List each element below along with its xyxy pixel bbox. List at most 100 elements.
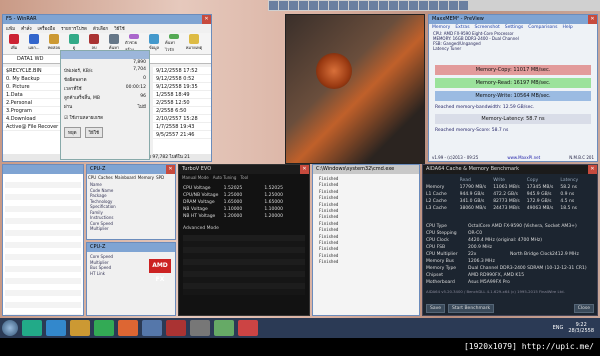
cpuz-memory-window[interactable]: CPU-Z AMD FX Core Speed Multiplier Bus S… xyxy=(86,242,176,316)
voltage-table[interactable]: CPU Voltage 1.52025 1.52025 CPU/NB Voltage… xyxy=(179,181,309,224)
turbov-titlebar[interactable]: TurboV EVO ✕ xyxy=(179,165,309,174)
turbov-window[interactable]: TurboV EVO ✕ Manual Mode Auto Tuning Tool C… xyxy=(178,164,310,316)
top-shortcut-bar[interactable] xyxy=(268,0,600,11)
aida-titlebar[interactable]: AIDA64 Cache & Memory Benchmark ✕ xyxy=(423,165,597,174)
shortcut-icon[interactable] xyxy=(419,1,428,10)
tab-cpu[interactable]: CPU xyxy=(88,175,96,180)
taskbar-app-icon[interactable] xyxy=(22,320,42,336)
tab-memory[interactable]: Memory xyxy=(138,175,154,180)
taskbar-app-icon[interactable] xyxy=(214,320,234,336)
close-button[interactable]: ✕ xyxy=(588,165,597,174)
language-indicator[interactable]: ENG xyxy=(553,325,564,331)
shortcut-icon[interactable] xyxy=(299,1,308,10)
tab-auto[interactable]: Auto Tuning xyxy=(213,175,237,180)
cpuz2-titlebar[interactable]: CPU-Z xyxy=(87,243,175,252)
taskbar-app-icon[interactable] xyxy=(46,320,66,336)
menu-item[interactable]: Memory xyxy=(432,25,450,30)
help-button[interactable]: วิธีใช้ xyxy=(84,127,104,138)
menu-item[interactable]: คำสั่ง xyxy=(21,25,31,32)
shortcut-icon[interactable] xyxy=(439,1,448,10)
menu-item[interactable]: ตัวเลือก xyxy=(93,25,108,32)
menu-item[interactable]: Help xyxy=(563,25,573,30)
cpuz-tabs[interactable]: CPU Caches Mainboard Memory SPD xyxy=(87,174,175,181)
system-tray[interactable]: ENG 9:22 28/3/2558 xyxy=(553,322,600,334)
list-item[interactable]: 4.Download xyxy=(3,115,63,123)
cpuz-titlebar[interactable]: CPU-Z ✕ xyxy=(87,165,175,174)
list-item[interactable]: Active@ File Recover xyxy=(3,123,63,131)
stop-button[interactable]: หยุด xyxy=(64,127,81,138)
maxxmem-menubar[interactable]: Memory Extras Screenshot Settings Comparison… xyxy=(429,24,597,31)
menu-item[interactable]: Extras xyxy=(455,25,469,30)
menu-item[interactable]: รายการโปรด xyxy=(61,25,87,32)
shortcut-icon[interactable] xyxy=(379,1,388,10)
list-item[interactable]: 0. Picture xyxy=(3,83,63,91)
save-button[interactable]: Save xyxy=(426,304,446,313)
table-row[interactable]: NB HT Voltage 1.20000 1.20000 xyxy=(183,213,305,220)
shortcut-icon[interactable] xyxy=(459,1,468,10)
tab-manual[interactable]: Manual Mode xyxy=(182,175,209,180)
shortcut-icon[interactable] xyxy=(309,1,318,10)
toolbar-comment-button[interactable]: หมายเหตุ xyxy=(185,34,203,53)
slider-panel[interactable] xyxy=(183,235,305,295)
maxxmem-titlebar[interactable]: MaxxMEM² - PreView ✕ xyxy=(429,15,597,24)
hwinfo-window[interactable] xyxy=(2,164,84,316)
winrar-titlebar[interactable]: F5 - WinRAR ✕ xyxy=(3,15,211,24)
multithread-checkbox[interactable]: ☑ ใช้งานหลายเธรด xyxy=(61,111,149,124)
shortcut-icon[interactable] xyxy=(389,1,398,10)
menu-item[interactable]: แฟ้ม xyxy=(6,25,15,32)
taskbar-app-icon[interactable] xyxy=(142,320,162,336)
site-link[interactable]: www.MaxxPI.net xyxy=(507,155,540,160)
shortcut-icon[interactable] xyxy=(339,1,348,10)
list-item[interactable]: 0. My Backup xyxy=(3,75,63,83)
toolbar-add-button[interactable]: เพิ่ม xyxy=(5,34,23,53)
menu-item[interactable]: Comparisons xyxy=(528,25,557,30)
hwinfo-titlebar[interactable] xyxy=(3,165,83,174)
shortcut-icon[interactable] xyxy=(279,1,288,10)
shortcut-icon[interactable] xyxy=(349,1,358,10)
table-row[interactable]: NB Voltage 1.10000 1.10000 xyxy=(183,206,305,213)
toolbar-extract-button[interactable]: แยก... xyxy=(25,34,43,53)
folder-icon[interactable] xyxy=(70,320,90,336)
taskbar[interactable]: ENG 9:22 28/3/2558 xyxy=(0,318,600,338)
turbov-tabs[interactable]: Manual Mode Auto Tuning Tool xyxy=(179,174,309,181)
shortcut-icon[interactable] xyxy=(369,1,378,10)
file-list[interactable]: $RECYCLE.BIN 0. My Backup 0. Picture 1.D… xyxy=(3,67,63,157)
shortcut-icon[interactable] xyxy=(409,1,418,10)
shortcut-icon[interactable] xyxy=(399,1,408,10)
menu-item[interactable]: วิธีใช้ xyxy=(114,25,125,32)
shortcut-icon[interactable] xyxy=(289,1,298,10)
tab-mainboard[interactable]: Mainboard xyxy=(115,175,136,180)
shortcut-icon[interactable] xyxy=(329,1,338,10)
menu-item[interactable]: Settings xyxy=(505,25,523,30)
tab-caches[interactable]: Caches xyxy=(98,175,113,180)
tree-view[interactable] xyxy=(3,174,83,315)
table-row[interactable]: CPU Voltage 1.52025 1.52025 xyxy=(183,185,305,192)
close-button[interactable]: Close xyxy=(573,304,594,313)
console-titlebar[interactable]: C:\Windows\system32\cmd.exe xyxy=(313,165,419,174)
shortcut-icon[interactable] xyxy=(269,1,278,10)
console-window[interactable]: C:\Windows\system32\cmd.exe Finished Fin… xyxy=(312,164,420,316)
menu-item[interactable]: Screenshot xyxy=(475,25,500,30)
maxxmem-window[interactable]: MaxxMEM² - PreView ✕ Memory Extras Screensh… xyxy=(428,14,598,162)
tab-spd[interactable]: SPD xyxy=(156,175,164,180)
winrar-menubar[interactable]: แฟ้ม คำสั่ง เครื่องมือ รายการโปรด ตัวเลือก วิ… xyxy=(3,24,211,33)
list-item[interactable]: 2.Personal xyxy=(3,99,63,107)
list-item[interactable]: 3.Program xyxy=(3,107,63,115)
aida64-window[interactable]: AIDA64 Cache & Memory Benchmark ✕ Read Wri… xyxy=(422,164,598,316)
shortcut-icon[interactable] xyxy=(319,1,328,10)
close-button[interactable]: ✕ xyxy=(588,15,597,24)
shortcut-icon[interactable] xyxy=(429,1,438,10)
close-button[interactable]: ✕ xyxy=(300,165,309,174)
taskbar-app-icon[interactable] xyxy=(166,320,186,336)
shortcut-icon[interactable] xyxy=(449,1,458,10)
taskbar-app-icon[interactable] xyxy=(190,320,210,336)
close-button[interactable]: ✕ xyxy=(202,15,211,24)
close-button[interactable]: ✕ xyxy=(166,165,175,174)
clock[interactable]: 9:22 28/3/2558 xyxy=(568,322,594,334)
firefox-icon[interactable] xyxy=(118,320,138,336)
list-item[interactable]: 1.Data xyxy=(3,91,63,99)
cpuz-window[interactable]: CPU-Z ✕ CPU Caches Mainboard Memory SPD Name … xyxy=(86,164,176,240)
toolbar-virusscan-button[interactable]: ค้นหาไวรัส xyxy=(165,34,183,53)
list-item[interactable]: $RECYCLE.BIN xyxy=(3,67,63,75)
table-row[interactable]: DRAM Voltage 1.65000 1.65000 xyxy=(183,199,305,206)
